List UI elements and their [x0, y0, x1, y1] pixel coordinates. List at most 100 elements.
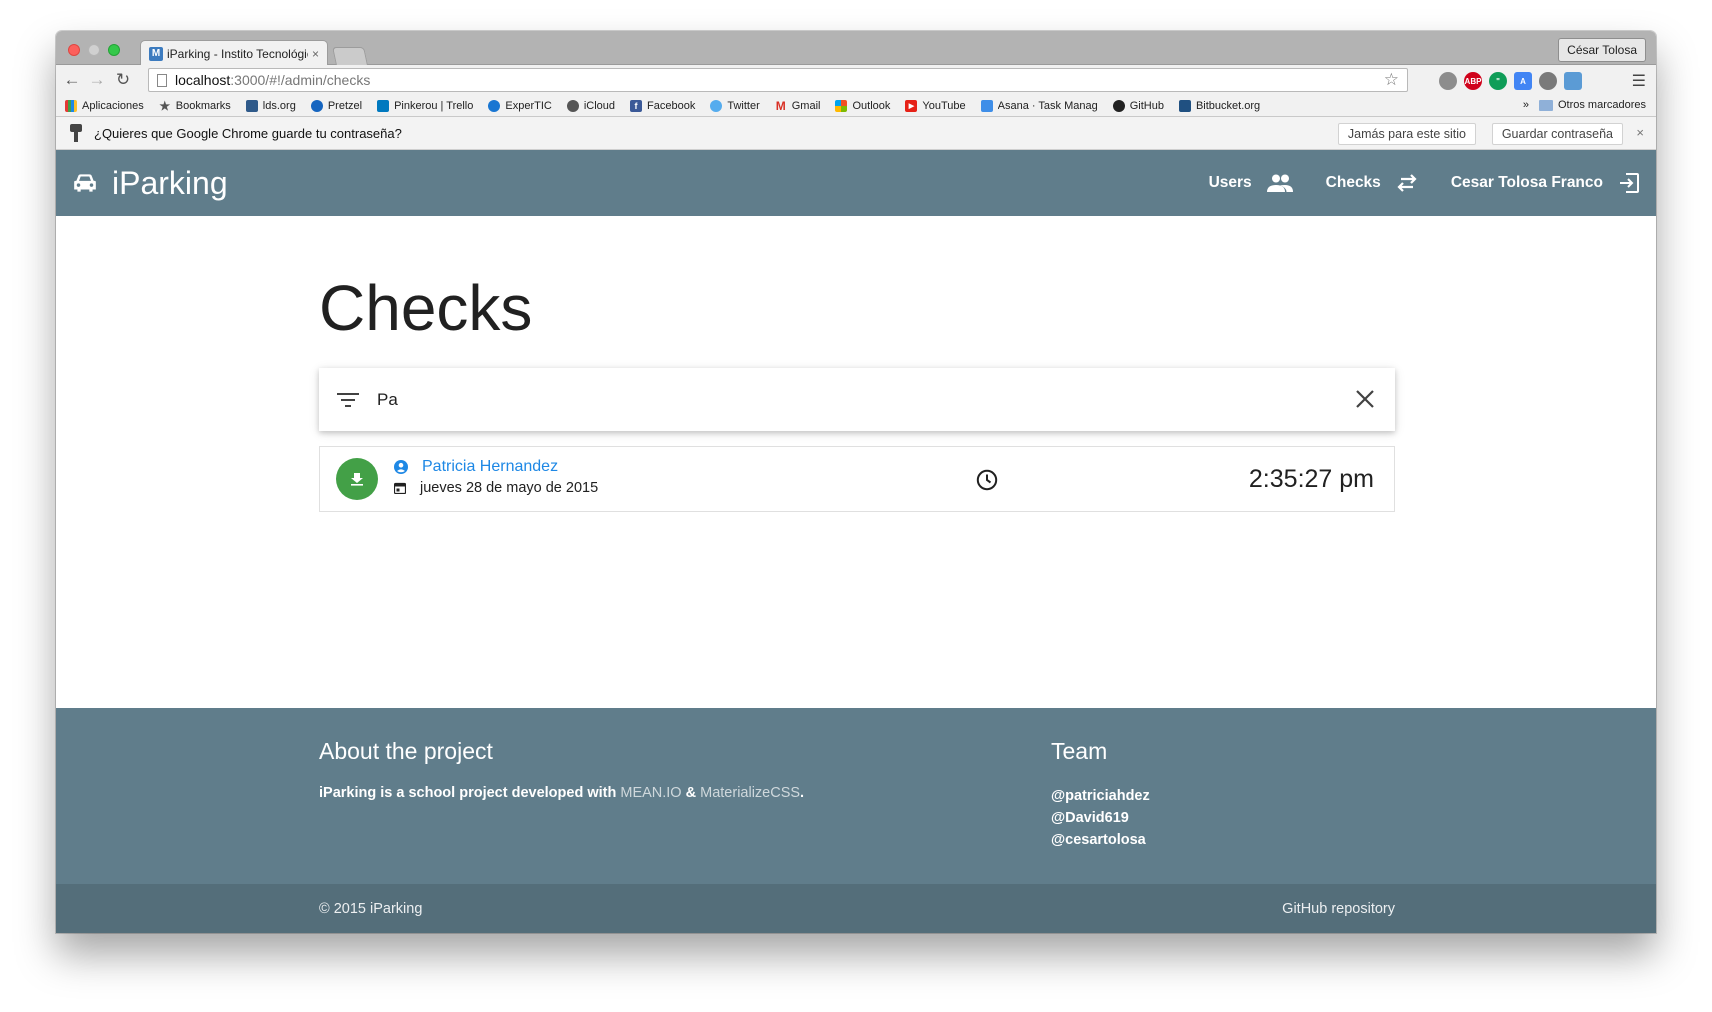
- clock-icon: [976, 469, 998, 491]
- bookmark-outlook[interactable]: Outlook: [835, 99, 891, 112]
- infobar-message: ¿Quieres que Google Chrome guarde tu con…: [94, 125, 402, 141]
- save-password-button[interactable]: Guardar contraseña: [1491, 123, 1623, 145]
- nav-users[interactable]: Users: [1209, 173, 1294, 193]
- bookmark-label: lds.org: [262, 99, 296, 112]
- star-icon: ★: [159, 98, 171, 113]
- account-circle-icon: [394, 460, 408, 474]
- close-window-button[interactable]: [68, 44, 80, 56]
- search-input[interactable]: [377, 389, 1277, 410]
- footer-copyright-bar: © 2015 iParking GitHub repository: [56, 884, 1656, 933]
- browser-toolbar: ← → ↻ localhost:3000/#!/admin/checks ☆ A…: [56, 65, 1656, 95]
- expertic-icon: [488, 99, 501, 112]
- check-user: Patricia Hernandez: [394, 458, 558, 476]
- tab-close-icon[interactable]: ×: [312, 47, 319, 61]
- bookmark-facebook[interactable]: f Facebook: [630, 99, 696, 112]
- swap-arrows-icon: [1397, 174, 1417, 192]
- tab-title: iParking - Instito Tecnológico: [167, 46, 308, 61]
- bookmark-twitter[interactable]: Twitter: [710, 99, 760, 112]
- bookmark-label: Pinkerou | Trello: [394, 99, 474, 112]
- meanio-link[interactable]: MEAN.IO: [620, 785, 681, 801]
- folder-icon: [1538, 99, 1553, 111]
- page-footer: About the project iParking is a school p…: [56, 708, 1656, 933]
- bookmark-aplicaciones[interactable]: Aplicaciones: [65, 99, 144, 112]
- bookmark-bookmarks[interactable]: ★ Bookmarks: [159, 98, 230, 113]
- abp-icon[interactable]: ABP: [1464, 72, 1482, 90]
- team-member: @cesartolosa: [1051, 832, 1146, 848]
- bookmark-github[interactable]: GitHub: [1112, 99, 1164, 112]
- check-user-name[interactable]: Patricia Hernandez: [422, 458, 558, 476]
- bookmark-label: Pretzel: [327, 99, 363, 112]
- bookmarks-more-button[interactable]: »: [1523, 99, 1529, 111]
- bookmark-label: Outlook: [852, 99, 891, 112]
- bookmark-label: ExperTIC: [505, 99, 552, 112]
- maximize-window-button[interactable]: [108, 44, 120, 56]
- extension-globe-icon[interactable]: [1539, 72, 1557, 90]
- other-bookmarks[interactable]: Otros marcadores: [1558, 99, 1646, 111]
- bookmark-label: Facebook: [647, 99, 696, 112]
- address-bar[interactable]: localhost:3000/#!/admin/checks ☆: [148, 68, 1408, 92]
- calendar-icon: [394, 482, 406, 494]
- about-amp: &: [681, 785, 701, 801]
- translate-icon[interactable]: A: [1514, 72, 1532, 90]
- bitbucket-icon: [1178, 99, 1191, 112]
- bookmark-expertic[interactable]: ExperTIC: [488, 99, 552, 112]
- bookmark-label: Gmail: [791, 99, 821, 112]
- forward-arrow-icon[interactable]: →: [87, 70, 107, 90]
- bookmark-trello[interactable]: Pinkerou | Trello: [377, 99, 474, 112]
- pretzel-icon: [310, 99, 323, 112]
- minimize-window-button[interactable]: [88, 44, 100, 56]
- brand-logo[interactable]: iParking: [72, 150, 228, 216]
- copyright: © 2015 iParking: [319, 900, 423, 917]
- browser-tab[interactable]: M iParking - Instito Tecnológico ×: [140, 40, 328, 66]
- tab-strip: M iParking - Instito Tecnológico × César…: [56, 31, 1656, 66]
- twitter-icon: [710, 99, 723, 112]
- check-type-badge: [336, 458, 378, 500]
- bookmark-icloud[interactable]: iCloud: [566, 99, 615, 112]
- car-icon: [74, 174, 96, 192]
- about-text: iParking is a school project developed w…: [319, 785, 804, 801]
- check-date: jueves 28 de mayo de 2015: [420, 480, 599, 496]
- bookmark-label: YouTube: [922, 99, 966, 112]
- bookmark-youtube[interactable]: ▶ YouTube: [905, 99, 966, 112]
- nav-links: Users Checks Cesar Tolosa Franco: [1177, 150, 1641, 216]
- download-icon: [351, 473, 363, 486]
- bookmark-asana[interactable]: Asana · Task Manag: [980, 99, 1098, 112]
- bookmark-lds[interactable]: lds.org: [245, 99, 296, 112]
- back-arrow-icon[interactable]: ←: [62, 70, 82, 90]
- gmail-icon: M: [775, 98, 786, 113]
- bookmark-label: Aplicaciones: [82, 99, 144, 112]
- reload-icon[interactable]: ↻: [113, 70, 133, 90]
- close-icon[interactable]: [1355, 389, 1375, 409]
- new-tab-button[interactable]: [332, 47, 368, 65]
- list-item[interactable]: Patricia Hernandez jueves 28 de mayo de …: [319, 446, 1395, 512]
- trello-icon: [377, 99, 390, 112]
- eyedropper-icon[interactable]: [1439, 72, 1457, 90]
- never-save-button[interactable]: Jamás para este sitio: [1337, 123, 1476, 145]
- github-repo-link[interactable]: GitHub repository: [1282, 901, 1395, 917]
- chrome-menu-icon[interactable]: ☰: [1632, 71, 1646, 91]
- about-suffix: .: [800, 785, 805, 801]
- extension-window-icon[interactable]: [1564, 72, 1582, 90]
- nav-user-name: Cesar Tolosa Franco: [1450, 174, 1603, 191]
- bookmark-star-icon[interactable]: ☆: [1384, 70, 1399, 90]
- close-icon[interactable]: ×: [1636, 125, 1644, 140]
- users-icon: [1266, 174, 1293, 192]
- apple-icon: [566, 99, 579, 112]
- bookmark-pretzel[interactable]: Pretzel: [310, 99, 363, 112]
- bookmark-label: Asana · Task Manag: [997, 99, 1098, 112]
- browser-window: M iParking - Instito Tecnológico × César…: [56, 31, 1656, 933]
- nav-checks[interactable]: Checks: [1326, 173, 1419, 193]
- bookmark-bitbucket[interactable]: Bitbucket.org: [1178, 99, 1261, 112]
- about-title: About the project: [319, 738, 493, 764]
- asana-icon: [980, 99, 993, 112]
- youtube-icon: ▶: [905, 99, 918, 112]
- bookmark-gmail[interactable]: M Gmail: [775, 98, 821, 113]
- materializecss-link[interactable]: MaterializeCSS: [700, 785, 800, 801]
- hangouts-icon[interactable]: ": [1489, 72, 1507, 90]
- search-bar: [319, 368, 1395, 431]
- apps-grid-icon: [65, 99, 77, 112]
- profile-button[interactable]: César Tolosa: [1558, 38, 1646, 62]
- nav-user-logout[interactable]: Cesar Tolosa Franco: [1451, 171, 1641, 195]
- check-date-row: jueves 28 de mayo de 2015: [394, 480, 598, 496]
- bookmark-label: Bitbucket.org: [1195, 99, 1261, 112]
